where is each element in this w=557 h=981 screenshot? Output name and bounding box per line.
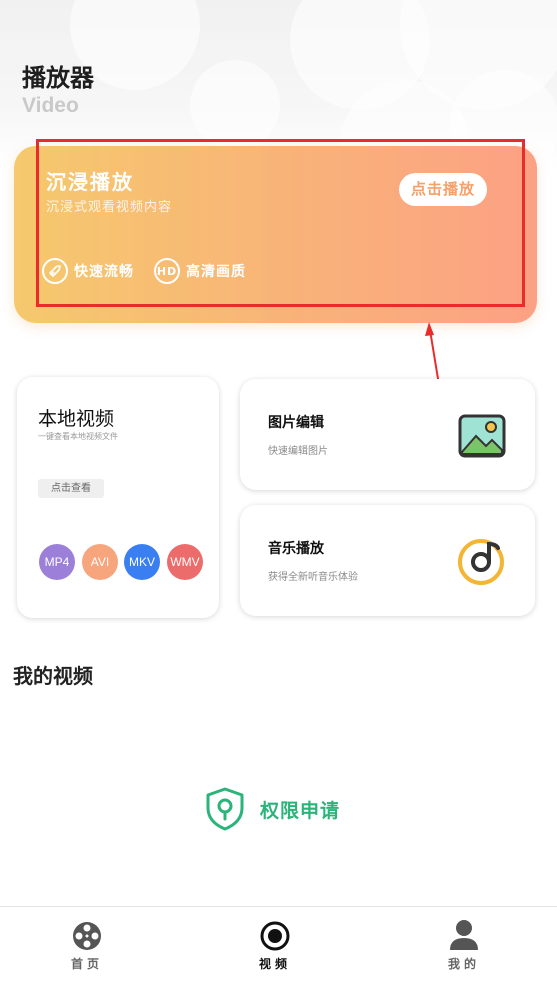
image-edit-title: 图片编辑 [268,415,324,431]
record-icon [260,921,290,951]
local-video-title: 本地视频 [38,408,115,430]
image-edit-subtitle: 快速编辑图片 [268,446,328,457]
user-icon [450,920,478,950]
format-badge-wmv: WMV [167,544,203,580]
tab-mine[interactable]: 我的 [419,907,509,981]
shield-location-icon [206,787,244,831]
format-badge-mp4: MP4 [39,544,75,580]
music-title: 音乐播放 [268,541,324,557]
bottom-tab-bar: 首页 视频 我的 [0,906,557,981]
tab-video[interactable]: 视频 [230,907,320,981]
permission-request[interactable]: 权限申请 [204,786,340,832]
tab-label: 首页 [70,957,103,971]
music-disc-icon [458,539,504,585]
film-reel-icon [73,922,101,950]
local-video-subtitle: 一键查看本地视频文件 [38,432,118,441]
my-videos-title: 我的视频 [13,664,93,688]
music-subtitle: 获得全新听音乐体验 [268,572,358,583]
permission-label: 权限申请 [260,799,341,822]
view-button[interactable]: 点击查看 [38,479,104,498]
tab-home[interactable]: 首页 [42,907,132,981]
tab-label: 视频 [258,957,291,971]
image-edit-icon [458,414,506,458]
tab-label: 我的 [447,957,480,971]
format-badge-avi: AVI [82,544,118,580]
format-badge-mkv: MKV [124,544,160,580]
